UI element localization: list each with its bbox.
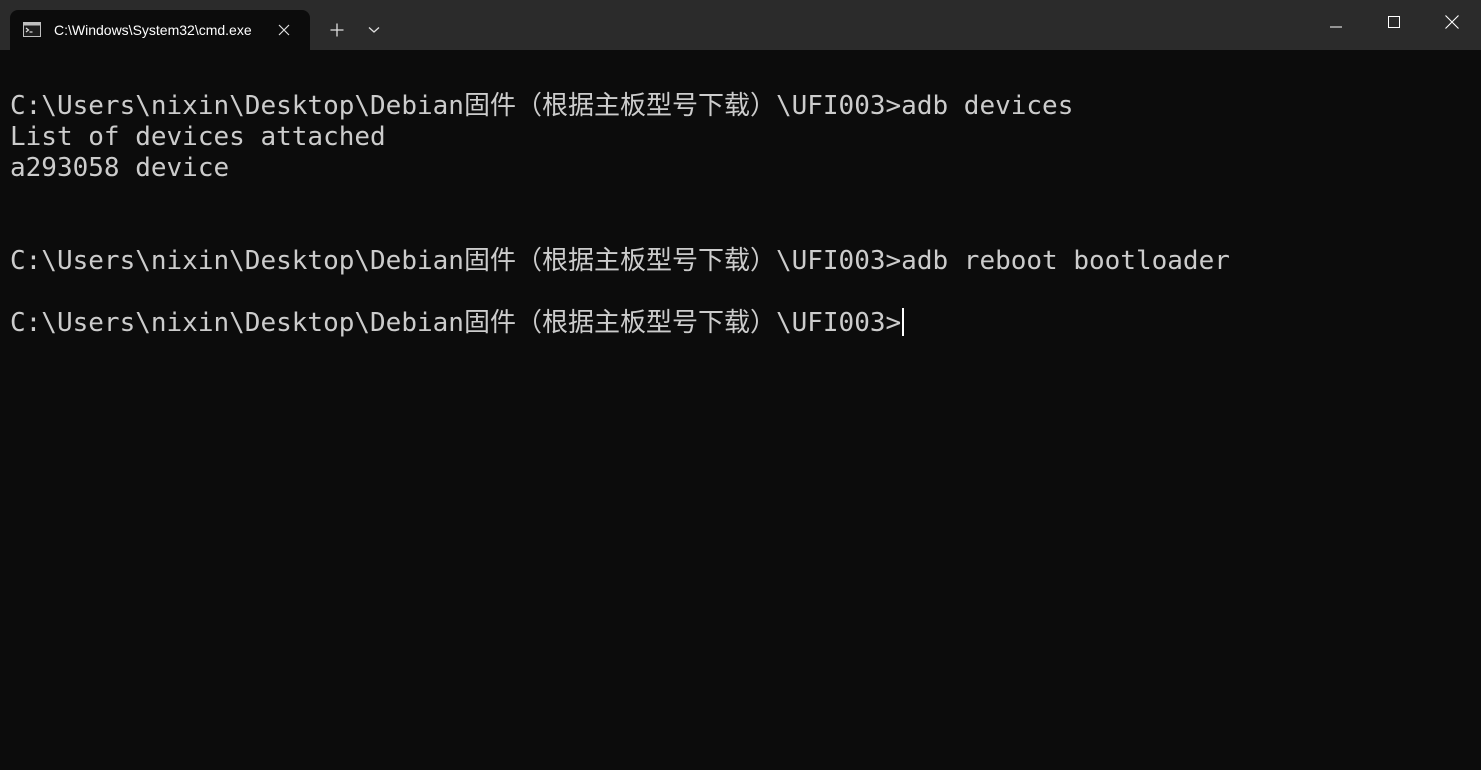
terminal-output[interactable]: C:\Users\nixin\Desktop\Debian固件（根据主板型号下载… <box>0 50 1481 770</box>
text-cursor <box>902 307 905 336</box>
terminal-line: a293058 device <box>10 153 230 183</box>
cmd-icon <box>23 22 41 37</box>
terminal-line: C:\Users\nixin\Desktop\Debian固件（根据主板型号下载… <box>10 246 1230 276</box>
terminal-prompt-line[interactable]: C:\Users\nixin\Desktop\Debian固件（根据主板型号下载… <box>10 307 905 339</box>
maximize-button[interactable] <box>1365 0 1423 48</box>
terminal-window: C:\Windows\System32\cmd.exe C:\Users\nix… <box>0 0 1481 770</box>
tab-cmd[interactable]: C:\Windows\System32\cmd.exe <box>10 10 310 50</box>
terminal-line: List of devices attached <box>10 122 386 152</box>
minimize-button[interactable] <box>1307 0 1365 48</box>
minimize-icon <box>1330 15 1342 33</box>
close-button[interactable] <box>1423 0 1481 48</box>
title-bar[interactable]: C:\Windows\System32\cmd.exe <box>0 0 1481 50</box>
terminal-prompt: C:\Users\nixin\Desktop\Debian固件（根据主板型号下载… <box>10 308 902 338</box>
close-tab-icon[interactable] <box>274 20 294 40</box>
close-icon <box>1445 14 1459 34</box>
maximize-icon <box>1388 15 1400 33</box>
terminal-line: C:\Users\nixin\Desktop\Debian固件（根据主板型号下载… <box>10 91 1074 121</box>
tab-title: C:\Windows\System32\cmd.exe <box>54 22 252 38</box>
plus-icon[interactable] <box>320 14 354 46</box>
chevron-down-icon[interactable] <box>358 14 390 46</box>
